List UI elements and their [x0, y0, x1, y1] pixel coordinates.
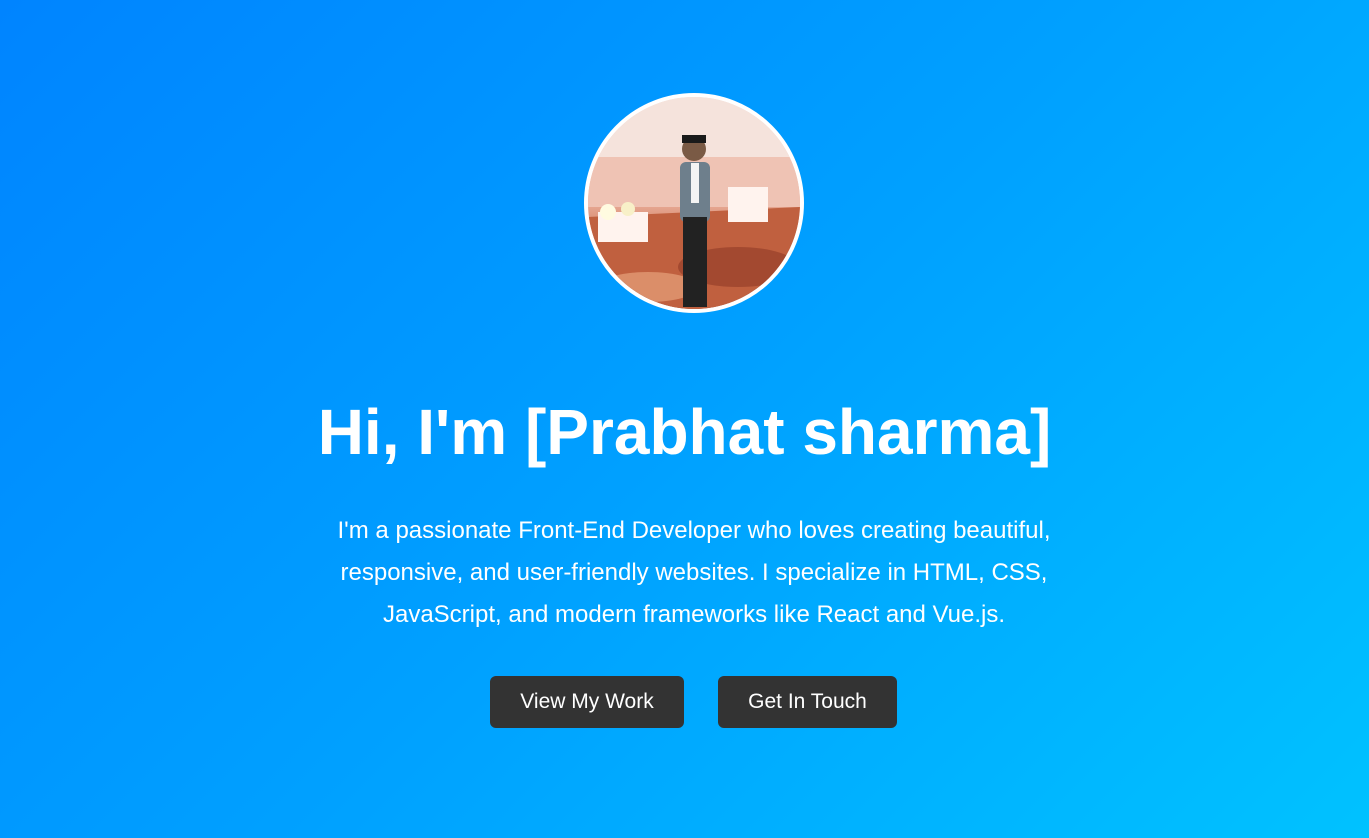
view-my-work-button[interactable]: View My Work [490, 676, 684, 728]
profile-photo [584, 93, 804, 313]
hero-title: Hi, I'm [Prabhat sharma] [317, 396, 1052, 468]
get-in-touch-button[interactable]: Get In Touch [718, 676, 897, 728]
profile-photo-image [588, 97, 800, 309]
hero-bio: I'm a passionate Front-End Developer who… [337, 517, 1051, 628]
